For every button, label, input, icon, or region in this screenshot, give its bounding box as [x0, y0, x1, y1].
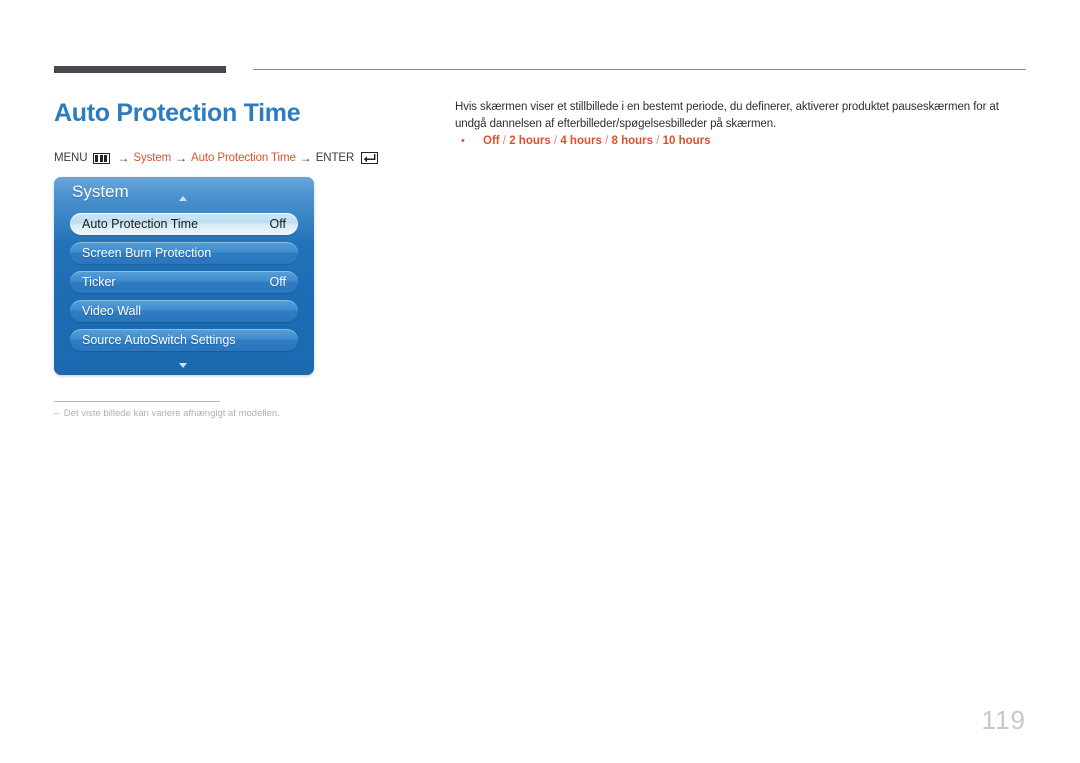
osd-row-video-wall[interactable]: Video Wall: [70, 300, 298, 322]
description-paragraph: Hvis skærmen viser et stillbillede i en …: [455, 101, 999, 130]
breadcrumb-enter-label: ENTER: [315, 152, 355, 164]
option-value: Off: [483, 135, 500, 147]
footnote: – Det viste billede kan variere afhængig…: [54, 408, 280, 419]
breadcrumb-path-system: System: [133, 152, 172, 164]
osd-row-label: Ticker: [82, 275, 116, 289]
option-value: 4 hours: [560, 135, 602, 147]
osd-row-value: Off: [269, 275, 286, 289]
option-value: 10 hours: [662, 135, 711, 147]
breadcrumb-menu-label: MENU: [54, 152, 88, 164]
osd-title: System: [72, 182, 129, 201]
footnote-dash: –: [54, 408, 59, 419]
osd-row-label: Auto Protection Time: [82, 217, 199, 231]
options-separator: /: [550, 135, 561, 147]
osd-header: System: [54, 177, 314, 213]
breadcrumb-arrow-1: →: [117, 151, 130, 165]
menu-bars-icon: [93, 152, 111, 164]
breadcrumb: MENU → System → Auto Protection Time → E…: [54, 151, 379, 165]
header-thin-rule: [253, 69, 1026, 70]
bullet-marker: •: [461, 135, 465, 147]
breadcrumb-arrow-2: →: [175, 151, 188, 165]
option-value: 2 hours: [509, 135, 551, 147]
options-separator: /: [653, 135, 663, 147]
option-value: 8 hours: [611, 135, 654, 147]
chevron-down-icon[interactable]: [179, 363, 187, 368]
page-title: Auto Protection Time: [54, 99, 301, 127]
options-list: Off / 2 hours / 4 hours / 8 hours / 10 h…: [483, 135, 711, 147]
breadcrumb-arrow-3: →: [299, 151, 312, 165]
osd-row-label: Video Wall: [82, 304, 142, 318]
osd-row-auto-protection-time[interactable]: Auto Protection Time Off: [70, 213, 298, 235]
enter-return-icon: [361, 152, 379, 164]
footnote-divider: [54, 401, 220, 402]
page-number: 119: [981, 705, 1026, 735]
osd-row-value: Off: [269, 217, 286, 231]
osd-row-source-autoswitch-settings[interactable]: Source AutoSwitch Settings: [70, 329, 298, 351]
options-bullet-item: • Off / 2 hours / 4 hours / 8 hours / 10…: [461, 135, 711, 147]
footnote-text: Det viste billede kan variere afhængigt …: [63, 408, 280, 419]
osd-row-label: Screen Burn Protection: [82, 246, 212, 260]
osd-row-screen-burn-protection[interactable]: Screen Burn Protection: [70, 242, 298, 264]
options-separator: /: [499, 135, 510, 147]
chevron-up-icon[interactable]: [179, 196, 187, 201]
osd-row-label: Source AutoSwitch Settings: [82, 333, 236, 347]
osd-menu-list: Auto Protection Time Off Screen Burn Pro…: [54, 213, 314, 358]
header-accent-bar: [54, 66, 226, 73]
osd-row-ticker[interactable]: Ticker Off: [70, 271, 298, 293]
breadcrumb-path-auto-protection-time: Auto Protection Time: [191, 152, 296, 164]
osd-menu-panel: System Auto Protection Time Off Screen B…: [54, 177, 314, 375]
